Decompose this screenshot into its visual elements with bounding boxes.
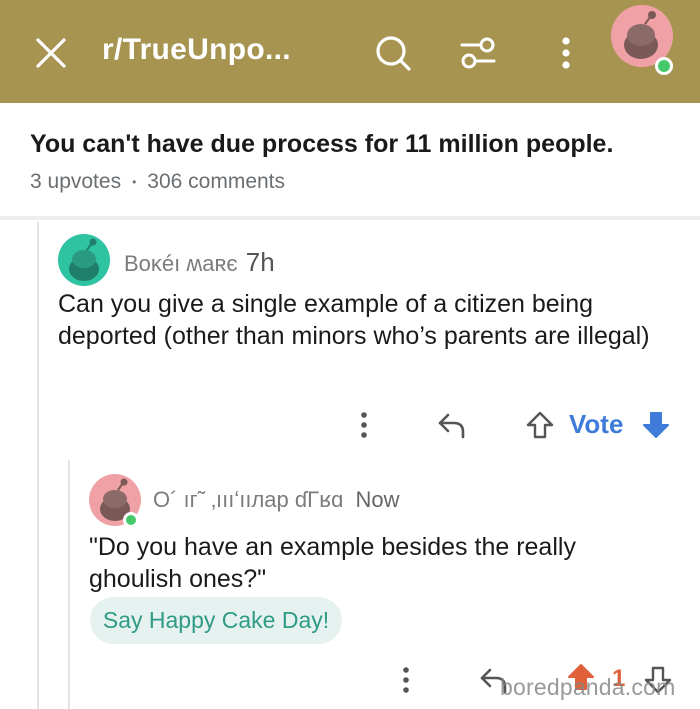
upvote-icon[interactable]	[525, 410, 555, 440]
online-status-dot	[655, 57, 673, 75]
meta-separator: •	[132, 175, 137, 189]
more-vertical-icon[interactable]	[401, 665, 411, 695]
downvote-icon[interactable]	[641, 410, 671, 440]
comment-author[interactable]: O´ ıг˜ ‚ıııʻııлар ɗΓʁɑ Now	[153, 487, 400, 513]
happy-cake-day-button[interactable]: Say Happy Cake Day!	[90, 597, 342, 644]
subreddit-title[interactable]: r/TrueUnpo...	[102, 33, 291, 67]
comment-text: "Do you have an example besides the real…	[89, 533, 576, 593]
post-meta: 3 upvotes • 306 comments	[30, 170, 285, 194]
comment-time: Now	[355, 487, 400, 512]
filter-icon[interactable]	[458, 33, 498, 73]
reply-icon[interactable]	[436, 410, 468, 440]
thread-line	[68, 460, 70, 709]
comment-avatar[interactable]	[58, 234, 110, 286]
watermark: boredpanda.com	[500, 674, 676, 700]
comment-author[interactable]: Boĸéı ʍаʀє 7h	[124, 247, 275, 278]
online-status-dot	[123, 512, 139, 528]
vote-label[interactable]: Vote	[569, 409, 623, 440]
app-header: r/TrueUnpo...	[0, 0, 700, 103]
more-vertical-icon[interactable]	[359, 410, 369, 440]
snoo-avatar-icon	[58, 234, 110, 286]
search-icon[interactable]	[373, 33, 413, 73]
upvote-count: 3 upvotes	[30, 170, 122, 193]
post-title[interactable]: You can't have due process for 11 millio…	[30, 130, 613, 159]
more-vertical-icon[interactable]	[556, 33, 576, 73]
user-avatar[interactable]	[611, 5, 673, 75]
thread-line	[37, 222, 39, 709]
comment-text: Can you give a single example of a citiz…	[58, 290, 650, 350]
comment-avatar[interactable]	[89, 474, 141, 528]
comment-time: 7h	[245, 247, 275, 277]
section-divider	[0, 216, 700, 220]
comment-count[interactable]: 306 comments	[147, 170, 285, 194]
close-icon[interactable]	[34, 36, 68, 70]
